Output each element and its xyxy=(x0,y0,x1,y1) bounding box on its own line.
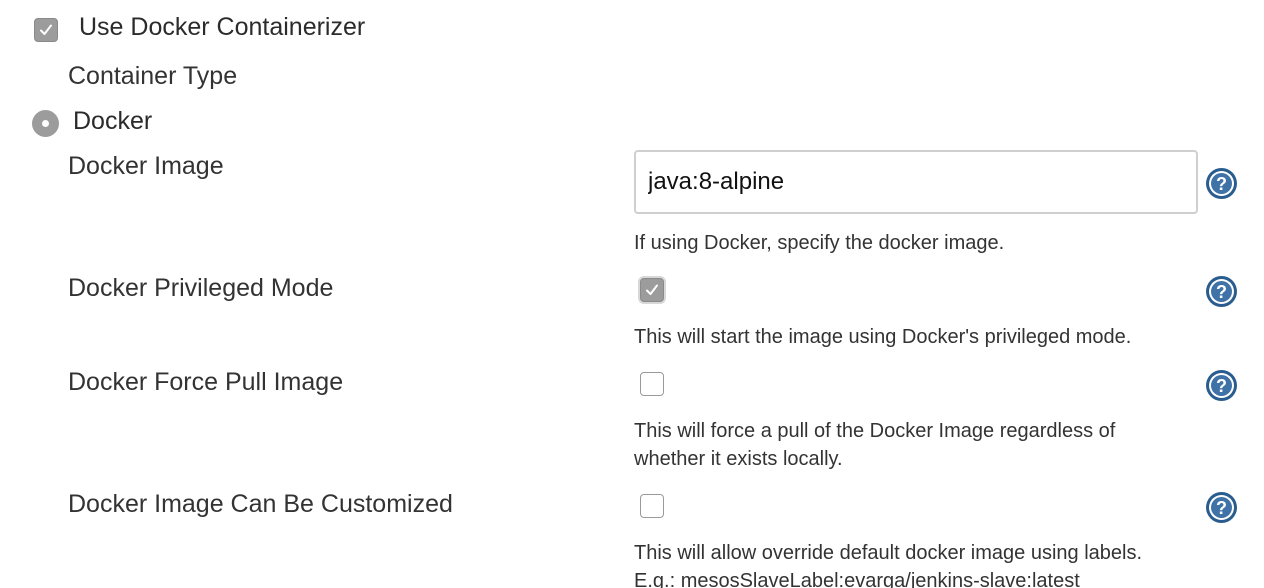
help-icon[interactable]: ? xyxy=(1205,167,1238,200)
help-icon[interactable]: ? xyxy=(1205,491,1238,524)
docker-image-help-text: If using Docker, specify the docker imag… xyxy=(634,232,1005,254)
customizable-help-text: This will allow override default docker … xyxy=(634,539,1142,588)
force-pull-help-line-1: This will force a pull of the Docker Ima… xyxy=(634,420,1116,442)
use-docker-label: Use Docker Containerizer xyxy=(79,13,366,41)
help-icon[interactable]: ? xyxy=(1205,369,1238,402)
container-type-label: Container Type xyxy=(68,62,238,90)
help-icon[interactable]: ? xyxy=(1205,275,1238,308)
docker-containerizer-settings: Use Docker Containerizer Container Type … xyxy=(0,0,1264,588)
docker-image-input[interactable] xyxy=(634,150,1198,214)
checkmark-icon xyxy=(646,284,658,295)
svg-text:?: ? xyxy=(1216,498,1227,518)
docker-radio[interactable] xyxy=(32,110,59,137)
checkmark-icon xyxy=(40,24,52,35)
customizable-help-line-1: This will allow override default docker … xyxy=(634,542,1143,564)
use-docker-checkbox[interactable] xyxy=(34,18,58,42)
customizable-label: Docker Image Can Be Customized xyxy=(68,490,453,518)
privileged-mode-checkbox[interactable] xyxy=(640,278,664,302)
force-pull-checkbox[interactable] xyxy=(640,372,664,396)
docker-radio-label: Docker xyxy=(73,107,153,135)
force-pull-label: Docker Force Pull Image xyxy=(68,368,344,396)
customizable-checkbox[interactable] xyxy=(640,494,664,518)
customizable-help-line-2: E.g.: mesosSlaveLabel:evarga/jenkins-sla… xyxy=(634,570,1080,588)
svg-text:?: ? xyxy=(1216,282,1227,302)
docker-image-label: Docker Image xyxy=(68,152,224,180)
svg-text:?: ? xyxy=(1216,376,1227,396)
svg-text:?: ? xyxy=(1216,174,1227,194)
radio-dot-icon xyxy=(42,120,49,127)
privileged-mode-label: Docker Privileged Mode xyxy=(68,274,334,302)
force-pull-help-text: This will force a pull of the Docker Ima… xyxy=(634,417,1115,473)
force-pull-help-line-2: whether it exists locally. xyxy=(634,448,843,470)
privileged-mode-help-text: This will start the image using Docker's… xyxy=(634,326,1132,348)
